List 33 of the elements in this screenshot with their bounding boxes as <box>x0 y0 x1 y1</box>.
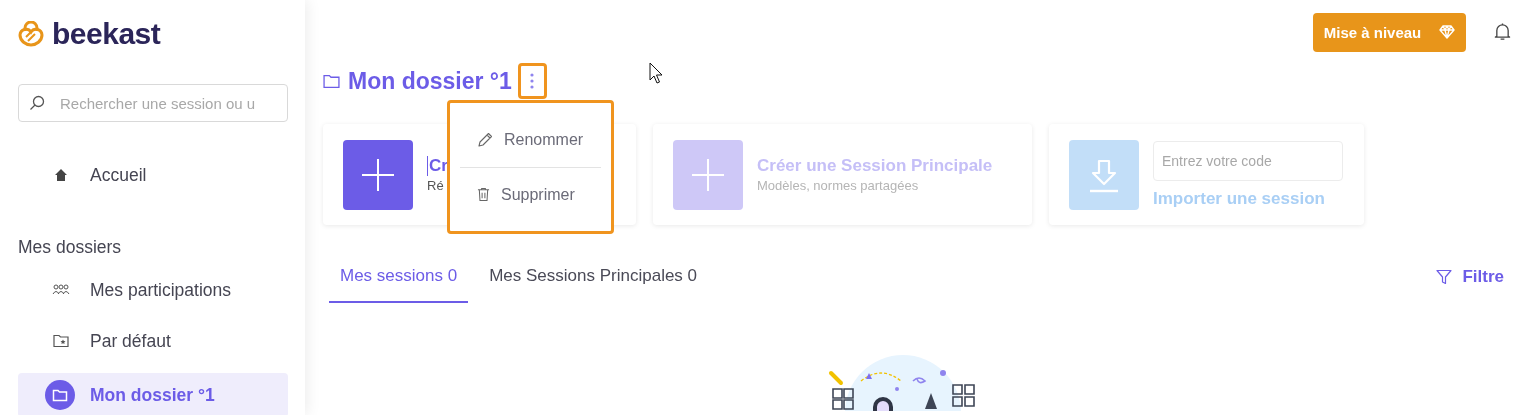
logo-icon <box>18 21 44 47</box>
cursor-icon <box>649 62 663 84</box>
search-field[interactable]: Rechercher une session ou u <box>18 84 288 122</box>
folder-item[interactable]: Mes participations <box>18 271 288 309</box>
menu-item[interactable]: Supprimer <box>460 172 601 217</box>
plus-icon[interactable] <box>343 139 413 210</box>
folder-title: Mon dossier °1 <box>348 67 512 95</box>
menu-item[interactable]: Renommer <box>460 117 601 162</box>
pencil-icon <box>477 131 493 148</box>
search-icon <box>29 95 45 111</box>
diamond-icon <box>1439 25 1456 39</box>
bell-icon[interactable] <box>1494 22 1511 41</box>
more-button[interactable] <box>517 63 547 99</box>
section-heading: Mes dossiers <box>18 237 123 258</box>
folder-item[interactable]: Mon dossier °1 <box>18 373 288 415</box>
card-subtitle: Ré <box>427 178 445 193</box>
logo-text: beekast <box>52 17 161 51</box>
folder-icon <box>323 73 340 89</box>
people-icon <box>52 284 70 296</box>
folder-star-icon <box>52 334 70 348</box>
card-subtitle: Modèles, normes partagées <box>757 178 920 193</box>
card-title: Créer une Session Principale <box>757 156 993 176</box>
tab[interactable]: Mes Sessions Principales 0 <box>478 256 709 303</box>
more-icon <box>530 73 535 89</box>
nav-item[interactable]: Accueil <box>18 156 288 194</box>
folder-icon <box>45 380 75 410</box>
filter-button[interactable]: Filtre <box>1436 267 1504 303</box>
trash-icon <box>477 187 490 202</box>
card-title: Cr <box>427 156 448 176</box>
tab[interactable]: Mes sessions 0 <box>329 256 469 303</box>
filter-icon <box>1436 269 1453 285</box>
card-title: Importer une session <box>1153 188 1326 209</box>
folder-item[interactable]: Par défaut <box>18 322 288 360</box>
